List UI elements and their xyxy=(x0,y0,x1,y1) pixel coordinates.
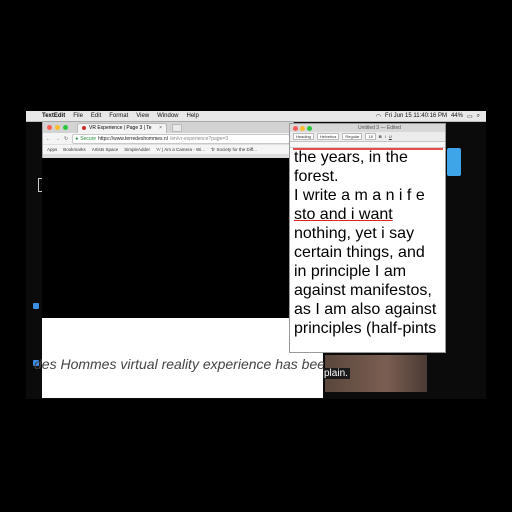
battery-level[interactable]: 44% xyxy=(451,113,463,119)
back-icon[interactable]: ← xyxy=(46,136,51,142)
menu-window[interactable]: Window xyxy=(153,113,182,119)
text-line: certain things, and xyxy=(294,244,425,261)
minimize-icon[interactable] xyxy=(300,125,305,131)
bookmarks-bar: Apps Bookmarks Artists Space SimpleAdder… xyxy=(43,144,293,154)
bookmark-item[interactable]: Artists Space xyxy=(92,147,119,152)
spellcheck-underline xyxy=(293,148,443,150)
zoom-icon[interactable] xyxy=(63,125,68,130)
format-toolbar: Heading Helvetica Regular 18 B I U xyxy=(290,132,445,142)
datetime[interactable]: Fri Jun 15 11:40:16 PM xyxy=(385,113,447,119)
window-title: Untitled 3 — Edited xyxy=(357,125,402,131)
close-icon[interactable] xyxy=(47,125,52,130)
text-line: principles (half-pints xyxy=(294,320,437,337)
folder-icon[interactable] xyxy=(447,148,461,176)
spotlight-icon[interactable]: ⌕ xyxy=(477,113,480,120)
tab-title: VR Experience | Page 3 | Te xyxy=(89,125,152,131)
browser-titlebar: VR Experience | Page 3 | Te × xyxy=(43,122,293,133)
bookmark-item[interactable]: SimpleAdder xyxy=(124,147,150,152)
document-text[interactable]: the years, in the forest. I write a m a … xyxy=(290,148,445,338)
weight-select[interactable]: Regular xyxy=(342,133,363,140)
tab-close-icon[interactable]: × xyxy=(159,125,162,131)
lock-icon: ● xyxy=(75,135,79,142)
text-line: in principle I am xyxy=(294,263,407,280)
battery-icon[interactable]: ▭ xyxy=(467,113,473,120)
bold-icon[interactable]: B xyxy=(379,134,382,139)
text-line: sto and i want xyxy=(294,206,393,223)
url-host: https://www.terredeshommes.nl xyxy=(98,135,168,142)
style-select[interactable]: Heading xyxy=(293,133,314,140)
browser-tab[interactable]: VR Experience | Page 3 | Te × xyxy=(77,122,167,133)
text-line: forest. xyxy=(294,168,339,185)
bookmark-item[interactable]: 'A' | Am a Camera - Wi... xyxy=(156,147,205,152)
zoom-icon[interactable] xyxy=(307,125,312,131)
close-icon[interactable] xyxy=(293,125,298,131)
address-bar[interactable]: ● Secure https://www.terredeshommes.nl/e… xyxy=(72,133,290,144)
bookmark-item[interactable]: Apps xyxy=(47,147,57,152)
browser-content xyxy=(42,158,292,318)
text-line: as I am also against xyxy=(294,301,437,318)
menu-edit[interactable]: Edit xyxy=(87,113,105,119)
overlay-caption: des Hommes virtual reality experience ha… xyxy=(34,356,324,372)
secure-label: Secure xyxy=(80,135,97,142)
font-select[interactable]: Helvetica xyxy=(316,133,340,140)
textedit-window: Untitled 3 — Edited Heading Helvetica Re… xyxy=(289,123,446,353)
menu-file[interactable]: File xyxy=(69,113,87,119)
text-line: the years, in the xyxy=(294,149,408,166)
forward-icon[interactable]: → xyxy=(55,136,60,142)
menu-format[interactable]: Format xyxy=(105,113,132,119)
menu-help[interactable]: Help xyxy=(183,113,203,119)
left-blue-tab-icon[interactable] xyxy=(33,303,39,309)
minimize-icon[interactable] xyxy=(55,125,60,130)
bookmark-item[interactable]: 'b' Society for the Diff... xyxy=(211,147,257,152)
italic-icon[interactable]: I xyxy=(385,134,386,139)
url-path: /en/vr-experience?page=3 xyxy=(169,135,229,142)
textedit-titlebar: Untitled 3 — Edited xyxy=(290,124,445,132)
tab-favicon-icon xyxy=(82,126,86,130)
text-line: nothing, yet i say xyxy=(294,225,415,242)
text-line: I write a m a n i f e xyxy=(294,187,425,204)
status-area: ◠ Fri Jun 15 11:40:16 PM 44% ▭ ⌕ xyxy=(376,113,486,120)
new-tab-button[interactable] xyxy=(172,123,182,132)
bookmark-item[interactable]: Bookmarks xyxy=(63,147,86,152)
desktop-caption: plain. xyxy=(322,368,350,379)
wifi-icon[interactable]: ◠ xyxy=(376,113,381,120)
menu-view[interactable]: View xyxy=(132,113,153,119)
size-select[interactable]: 18 xyxy=(365,133,376,140)
text-line: against manifestos, xyxy=(294,282,432,299)
browser-window: VR Experience | Page 3 | Te × ← → ↻ ● Se… xyxy=(42,121,294,160)
url-row: ← → ↻ ● Secure https://www.terredeshomme… xyxy=(43,133,293,144)
underline-icon[interactable]: U xyxy=(389,134,392,139)
reload-icon[interactable]: ↻ xyxy=(64,136,68,142)
menu-app[interactable]: TextEdit xyxy=(38,113,69,119)
